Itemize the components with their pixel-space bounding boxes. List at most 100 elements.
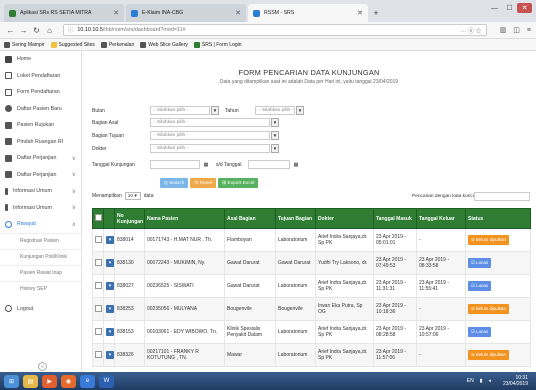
sidebar-subitem-rawat-inap[interactable]: Pasien Rawat Inap (0, 264, 81, 281)
explorer-icon[interactable]: ▤ (23, 374, 38, 388)
expand-row-icon[interactable]: ▾ (106, 328, 114, 336)
bookmark-item[interactable]: Perkenalan (100, 41, 134, 48)
reload-icon[interactable]: ↻ (31, 26, 42, 35)
tab-close-icon[interactable]: ✕ (357, 9, 363, 17)
new-tab-icon[interactable]: + (370, 4, 382, 22)
sidebar-item-riwayat[interactable]: Riwayat ∧ (0, 216, 81, 233)
minimize-icon[interactable]: — (487, 3, 502, 13)
tanggal-end-input[interactable] (248, 160, 290, 169)
search-input[interactable] (474, 192, 530, 201)
bookmark-item[interactable]: Sering Mampir (4, 41, 45, 48)
sidebar-item-daftar-perjanjian-2[interactable]: Daftar Perjanjian ∨ (0, 167, 81, 184)
row-checkbox[interactable] (95, 304, 102, 312)
header-cell[interactable]: Status (465, 208, 531, 229)
sidebar-subitem-history-sep[interactable]: History SEP (0, 280, 81, 297)
home-icon[interactable]: ⌂ (44, 26, 55, 35)
clock[interactable]: 10:31 23/04/2019 (497, 375, 528, 387)
url-input[interactable]: ⓘ 10.10.10.5 /ihb/rssm/srs/dashboard?mod… (63, 24, 487, 36)
expand-row-icon[interactable]: ▾ (106, 282, 114, 290)
sidebar-item-informasi-umum-2[interactable]: Informasi Umum ∨ (0, 200, 81, 217)
ie-icon[interactable]: e (80, 374, 95, 388)
row-checkbox-cell[interactable] (92, 251, 104, 275)
sidebar-item-pindah-ruangan[interactable]: Pindah Ruangan RI (0, 134, 81, 151)
sidebar-item-pasien-rujukan[interactable]: Pasien Rujukan (0, 117, 81, 134)
reset-button[interactable]: ⟲ Reset (190, 178, 217, 188)
row-checkbox[interactable] (95, 327, 102, 335)
header-cell[interactable]: No Kunjungan (114, 208, 145, 229)
row-expand-cell[interactable]: ▾ (103, 343, 115, 367)
table-row[interactable]: ▾ 838253 00235056 - MULYANA Bougenvile Bouge… (92, 297, 531, 321)
firefox-icon[interactable]: ◉ (61, 374, 76, 388)
tanggal-start-input[interactable] (150, 160, 200, 169)
expand-row-icon[interactable]: ▾ (106, 259, 114, 267)
header-cell[interactable]: Tanggal Masuk (373, 208, 417, 229)
table-row[interactable]: ▾ 838130 00072243 - MUKIMIN, Ny. Gawat Daru… (92, 251, 531, 275)
bookmark-item[interactable]: SRS | Form Login (193, 41, 242, 48)
sidebar-subitem-registrasi[interactable]: Registrasi Pasien (0, 232, 81, 249)
bookmark-item[interactable]: Web Slice Gallery (140, 41, 188, 48)
bulan-select[interactable]: - Silahkan pilih - (150, 106, 210, 115)
expand-row-icon[interactable]: ▾ (106, 236, 114, 244)
library-icon[interactable]: ▥ (500, 26, 507, 34)
table-row[interactable]: ▾ 838153 00103061 - EDY WIBOWO, Tn. Klinik … (92, 320, 531, 344)
calendar-icon[interactable]: ▦ (292, 160, 300, 169)
row-expand-cell[interactable]: ▾ (103, 274, 115, 298)
row-checkbox[interactable] (95, 350, 102, 358)
status-badge[interactable]: ☑ Lunas (468, 258, 492, 268)
row-checkbox-cell[interactable] (92, 343, 104, 367)
sidebar-item-logout[interactable]: Logout (0, 301, 81, 318)
tahun-select[interactable]: - Silahkan pilih - (255, 106, 295, 115)
word-icon[interactable]: W (99, 374, 114, 388)
status-badge[interactable]: ⊘ Belum dipulkan (468, 350, 509, 360)
chevron-down-icon[interactable]: ▼ (271, 118, 279, 127)
header-cell[interactable]: Dokter (315, 208, 374, 229)
browser-tab-1[interactable]: Aplikasi SRs RS SETIA MITRA ✕ (4, 4, 124, 22)
bookmark-item[interactable]: Suggested Sites (50, 41, 95, 48)
select-all-checkbox[interactable] (95, 214, 102, 221)
media-icon[interactable]: ▶ (42, 374, 57, 388)
row-checkbox-cell[interactable] (92, 274, 104, 298)
sidebar-toggle-icon[interactable]: ◫ (513, 26, 520, 34)
sidebar-item-form-pendaftaran[interactable]: Form Pendaftaran (0, 84, 81, 101)
info-icon[interactable]: ⓘ (68, 26, 73, 34)
dokter-select[interactable]: - Silahkan pilih - (150, 144, 270, 153)
header-cell[interactable]: Tanggal Keluar (416, 208, 466, 229)
browser-tab-3[interactable]: RSSM - SRS ✕ (248, 4, 368, 22)
header-cell[interactable]: Nama Pasien (144, 208, 225, 229)
row-checkbox-cell[interactable] (92, 297, 104, 321)
tujuan-select[interactable]: - Silahkan pilih - (150, 131, 270, 140)
header-cell[interactable]: Asal Bagian (224, 208, 276, 229)
asal-select[interactable]: - Silahkan pilih - (150, 118, 270, 127)
header-checkbox[interactable] (92, 208, 104, 229)
chevron-down-icon[interactable]: ▼ (271, 144, 279, 153)
table-row[interactable]: ▾ 838326 00217101 - FRANKY R KOTUTUNG , TN… (92, 343, 531, 367)
chevron-down-icon[interactable]: ▼ (296, 106, 304, 115)
page-actions-icon[interactable]: ··· ⓞ ☆ (460, 26, 481, 35)
back-icon[interactable]: ← (5, 26, 16, 35)
calendar-icon[interactable]: ▦ (202, 160, 210, 169)
tab-close-icon[interactable]: ✕ (235, 9, 241, 17)
maximize-icon[interactable]: ☐ (502, 3, 517, 13)
row-checkbox[interactable] (95, 258, 102, 266)
sidebar-item-loket-pendaftaran[interactable]: Loket Pendaftaran (0, 68, 81, 85)
expand-row-icon[interactable]: ▾ (106, 305, 114, 313)
page-size-select[interactable]: 10 ▾ (124, 192, 141, 200)
network-icon[interactable]: ▮ (480, 378, 483, 384)
sidebar-subitem-kunjungan[interactable]: Kunjungan Poli/Klinik (0, 248, 81, 265)
status-badge[interactable]: ☑ Lunas (468, 281, 492, 291)
forward-icon[interactable]: → (18, 26, 29, 35)
row-expand-cell[interactable]: ▾ (103, 228, 115, 252)
language-indicator[interactable]: EN (467, 378, 474, 384)
row-checkbox[interactable] (95, 281, 102, 289)
browser-tab-2[interactable]: E-Klaim INA-CBG ✕ (126, 4, 246, 22)
close-window-icon[interactable]: ✕ (517, 3, 532, 13)
status-badge[interactable]: ⊘ Belum dipulkan (468, 304, 509, 314)
sidebar-item-daftar-perjanjian[interactable]: Daftar Perjanjian ∨ (0, 150, 81, 167)
row-checkbox[interactable] (95, 235, 102, 243)
expand-row-icon[interactable]: ▾ (106, 351, 114, 359)
menu-icon[interactable]: ≡ (527, 27, 531, 34)
search-button[interactable]: Q Search (160, 178, 189, 188)
header-cell[interactable]: Tujuan Bagian (275, 208, 316, 229)
row-checkbox-cell[interactable] (92, 228, 104, 252)
chevron-down-icon[interactable]: ▼ (271, 131, 279, 140)
